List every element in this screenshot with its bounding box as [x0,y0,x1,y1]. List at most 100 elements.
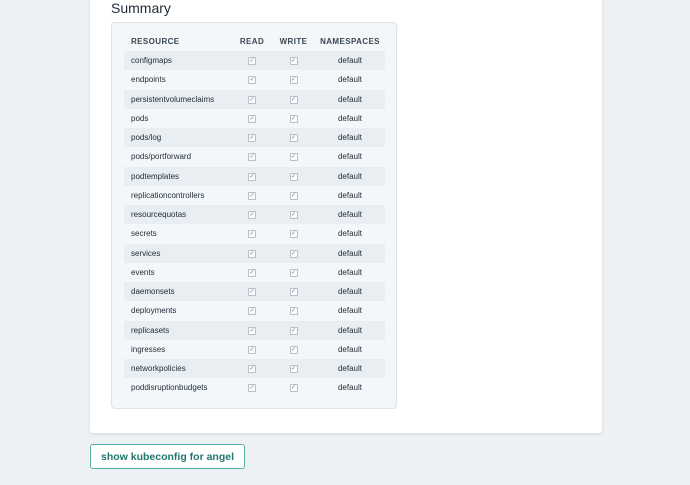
write-checkbox-icon: ✓ [289,211,298,220]
write-checkbox-icon: ✓ [289,307,298,316]
namespace-cell: default [315,243,385,263]
table-row: events ✓ ✓ default [124,262,385,282]
resource-cell: replicasets [124,320,232,340]
summary-title: Summary [111,0,171,16]
write-cell: ✓ [272,51,315,71]
read-checkbox-icon: ✓ [248,95,256,104]
write-checkbox-icon: ✓ [289,57,298,66]
read-cell: ✓ [232,243,272,263]
table-row: services ✓ ✓ default [124,243,385,263]
namespace-cell: default [315,51,385,71]
namespace-cell: default [315,128,385,148]
read-cell: ✓ [232,320,272,340]
read-checkbox-icon: ✓ [248,172,256,181]
read-checkbox-icon: ✓ [248,365,256,374]
permissions-table-container: RESOURCE READ WRITE NAMESPACES configmap… [111,22,397,409]
write-cell: ✓ [272,339,315,359]
read-checkbox-icon: ✓ [248,345,256,354]
table-row: configmaps ✓ ✓ default [124,51,385,71]
table-row: pods/log ✓ ✓ default [124,128,385,148]
read-cell: ✓ [232,339,272,359]
resource-cell: persistentvolumeclaims [124,89,232,109]
namespace-cell: default [315,262,385,282]
read-checkbox-icon: ✓ [248,191,256,200]
read-checkbox-icon: ✓ [248,288,256,297]
resource-cell: replicationcontrollers [124,185,232,205]
write-cell: ✓ [272,147,315,167]
namespace-cell: default [315,224,385,244]
read-cell: ✓ [232,70,272,90]
table-row: ingresses ✓ ✓ default [124,339,385,359]
read-checkbox-icon: ✓ [248,384,256,393]
namespace-cell: default [315,359,385,379]
write-cell: ✓ [272,262,315,282]
resource-cell: resourcequotas [124,205,232,225]
table-row: secrets ✓ ✓ default [124,224,385,244]
write-cell: ✓ [272,70,315,90]
read-cell: ✓ [232,108,272,128]
table-row: replicasets ✓ ✓ default [124,320,385,340]
read-checkbox-icon: ✓ [248,249,256,258]
namespace-cell: default [315,108,385,128]
namespace-cell: default [315,147,385,167]
table-row: persistentvolumeclaims ✓ ✓ default [124,89,385,109]
permissions-table: RESOURCE READ WRITE NAMESPACES configmap… [124,31,385,398]
read-cell: ✓ [232,89,272,109]
namespace-cell: default [315,378,385,398]
read-cell: ✓ [232,128,272,148]
namespace-cell: default [315,339,385,359]
table-row: pods ✓ ✓ default [124,108,385,128]
column-header-read: READ [239,36,265,46]
read-cell: ✓ [232,262,272,282]
resource-cell: deployments [124,301,232,321]
write-cell: ✓ [272,378,315,398]
resource-cell: endpoints [124,70,232,90]
write-checkbox-icon: ✓ [289,326,298,335]
namespace-cell: default [315,70,385,90]
write-checkbox-icon: ✓ [289,191,298,200]
namespace-cell: default [315,166,385,186]
write-cell: ✓ [272,224,315,244]
resource-cell: configmaps [124,51,232,71]
write-cell: ✓ [272,301,315,321]
write-checkbox-icon: ✓ [289,345,298,354]
read-checkbox-icon: ✓ [248,57,256,66]
write-checkbox-icon: ✓ [289,114,298,123]
write-cell: ✓ [272,185,315,205]
namespace-cell: default [315,89,385,109]
write-cell: ✓ [272,243,315,263]
table-row: pods/portforward ✓ ✓ default [124,147,385,167]
write-checkbox-icon: ✓ [289,153,298,162]
write-checkbox-icon: ✓ [289,172,298,181]
resource-cell: ingresses [124,339,232,359]
write-checkbox-icon: ✓ [289,365,298,374]
read-checkbox-icon: ✓ [248,211,256,220]
summary-card: Summary RESOURCE READ WRITE NAMESPACES c… [90,0,602,433]
read-checkbox-icon: ✓ [248,76,256,85]
namespace-cell: default [315,185,385,205]
namespace-cell: default [315,205,385,225]
read-checkbox-icon: ✓ [248,114,256,123]
read-cell: ✓ [232,282,272,302]
column-header-resource: RESOURCE [131,36,180,46]
read-checkbox-icon: ✓ [248,230,256,239]
read-checkbox-icon: ✓ [248,268,256,277]
write-checkbox-icon: ✓ [289,76,298,85]
write-checkbox-icon: ✓ [289,230,298,239]
write-checkbox-icon: ✓ [289,288,298,297]
show-kubeconfig-button[interactable]: show kubeconfig for angel [90,444,245,469]
column-header-write: WRITE [279,36,308,46]
read-cell: ✓ [232,301,272,321]
table-row: resourcequotas ✓ ✓ default [124,205,385,225]
table-row: podtemplates ✓ ✓ default [124,166,385,186]
write-cell: ✓ [272,205,315,225]
table-row: replicationcontrollers ✓ ✓ default [124,185,385,205]
table-header-row: RESOURCE READ WRITE NAMESPACES [124,31,385,51]
resource-cell: services [124,243,232,263]
write-checkbox-icon: ✓ [289,134,298,143]
read-checkbox-icon: ✓ [248,326,256,335]
write-checkbox-icon: ✓ [289,95,298,104]
read-cell: ✓ [232,378,272,398]
namespace-cell: default [315,301,385,321]
table-row: poddisruptionbudgets ✓ ✓ default [124,378,385,398]
